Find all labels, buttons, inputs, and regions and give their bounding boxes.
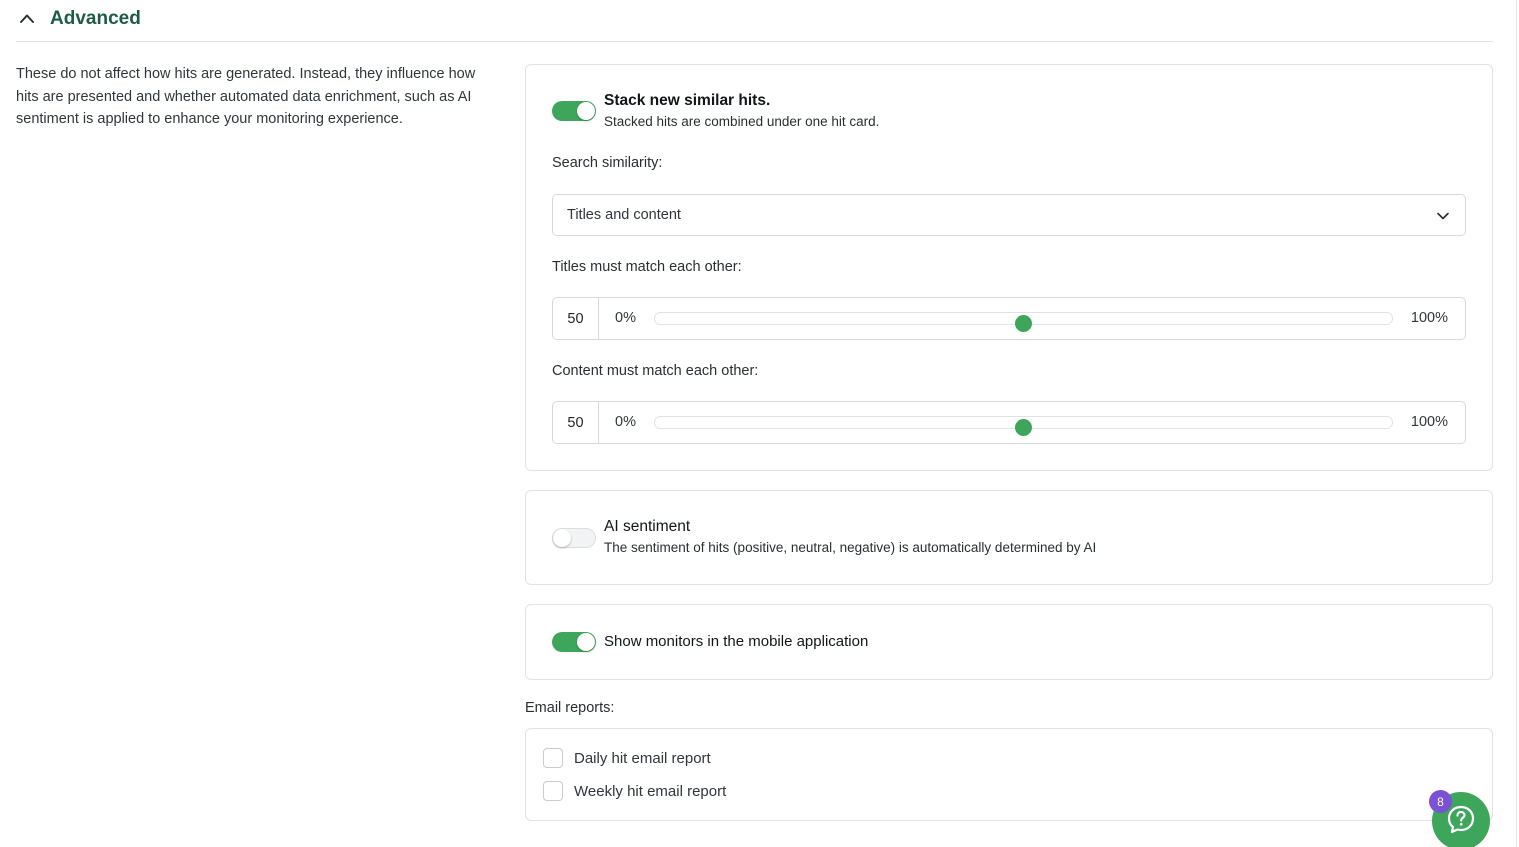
section-title: Advanced [50,7,141,29]
titles-match-track[interactable] [654,312,1393,332]
email-reports-label: Email reports: [525,700,615,716]
toggle-knob [553,529,571,547]
search-similarity-label: Search similarity: [552,155,663,171]
email-reports-card: Daily hit email report Weekly hit email … [525,728,1493,821]
advanced-settings-page: Advanced These do not affect how hits ar… [0,0,1519,847]
toggle-knob [577,102,595,120]
mobile-app-toggle[interactable] [552,632,596,652]
chevron-down-icon [1435,208,1451,224]
ai-sentiment-title: AI sentiment [604,518,691,535]
search-similarity-value: Titles and content [567,207,681,223]
mobile-app-title: Show monitors in the mobile application [604,633,869,650]
help-notification-badge: 8 [1429,790,1452,813]
search-similarity-select[interactable]: Titles and content [552,194,1466,236]
daily-report-checkbox[interactable] [543,748,563,768]
toggle-knob [577,633,595,651]
titles-match-thumb[interactable] [1015,315,1032,332]
chevron-up-icon[interactable] [16,8,38,30]
weekly-report-option[interactable]: Weekly hit email report [543,781,726,801]
titles-match-slider-row: 50 0% 100% [552,297,1466,340]
stack-hits-subtitle: Stacked hits are combined under one hit … [604,114,880,129]
stack-hits-card: Stack new similar hits. Stacked hits are… [525,64,1493,471]
stack-hits-title: Stack new similar hits. [604,92,771,109]
slider-max-label: 100% [1410,310,1448,326]
content-match-track[interactable] [654,416,1393,436]
section-description: These do not affect how hits are generat… [16,66,476,128]
content-match-slider-row: 50 0% 100% [552,401,1466,444]
content-match-value[interactable]: 50 [553,402,599,443]
ai-sentiment-subtitle: The sentiment of hits (positive, neutral… [604,540,1097,555]
content-match-label: Content must match each other: [552,363,759,379]
scrollbar-edge [1516,0,1517,847]
ai-sentiment-card: AI sentiment The sentiment of hits (posi… [525,490,1493,585]
slider-max-label: 100% [1410,414,1448,430]
titles-match-value[interactable]: 50 [553,298,599,339]
weekly-report-checkbox[interactable] [543,781,563,801]
titles-match-label: Titles must match each other: [552,259,742,275]
slider-min-label: 0% [615,310,636,326]
daily-report-option[interactable]: Daily hit email report [543,748,711,768]
content-match-thumb[interactable] [1015,419,1032,436]
mobile-app-card: Show monitors in the mobile application [525,604,1493,680]
weekly-report-label: Weekly hit email report [574,782,727,800]
slider-min-label: 0% [615,414,636,430]
ai-sentiment-toggle[interactable] [552,528,596,548]
daily-report-label: Daily hit email report [574,749,711,767]
stack-hits-toggle[interactable] [552,101,596,121]
advanced-section-header[interactable]: Advanced [16,0,1493,42]
